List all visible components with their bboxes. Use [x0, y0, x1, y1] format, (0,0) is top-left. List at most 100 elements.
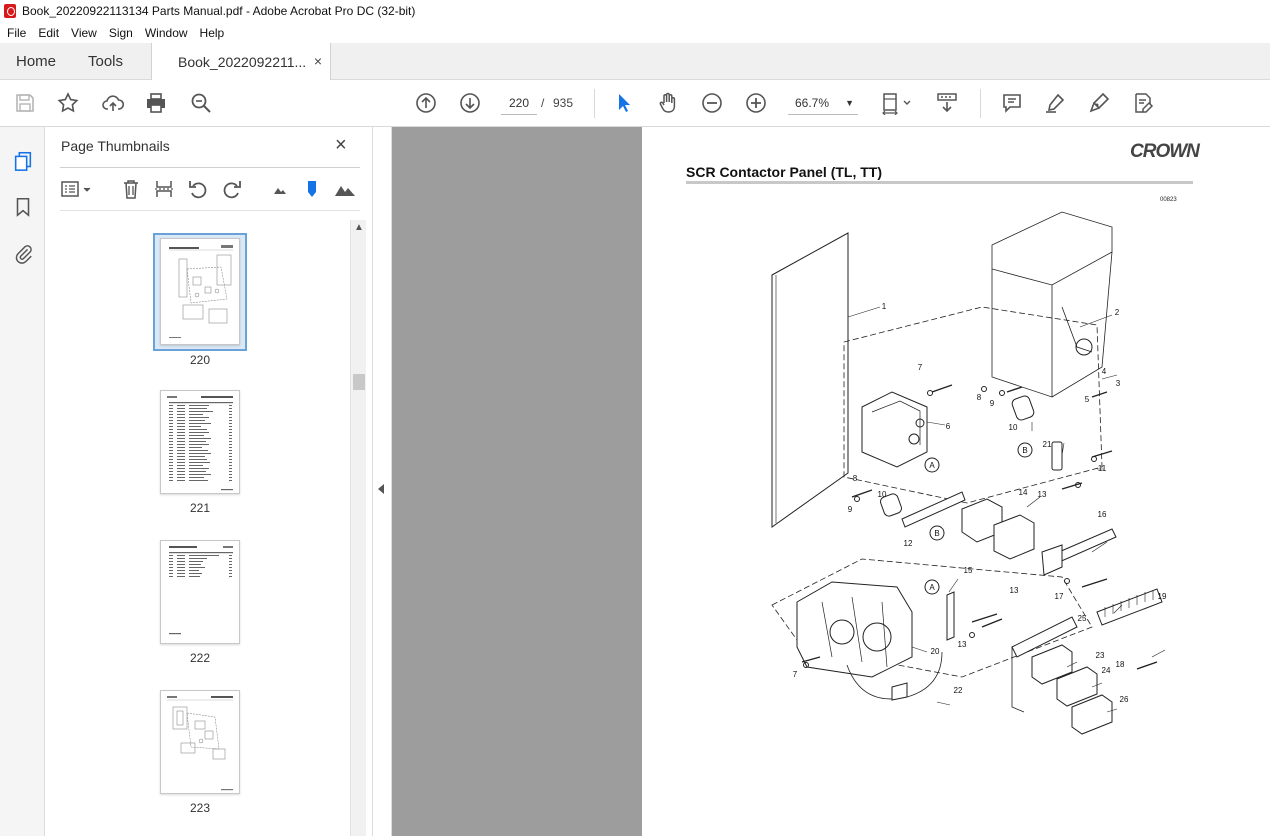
- rotate-left-icon[interactable]: [186, 177, 210, 201]
- callout-5: 5: [1085, 395, 1090, 404]
- tab-close-icon[interactable]: ×: [314, 53, 322, 69]
- next-page-icon[interactable]: [457, 90, 483, 116]
- menu-window[interactable]: Window: [139, 26, 194, 40]
- callout-9: 9: [990, 399, 995, 408]
- menu-view[interactable]: View: [65, 26, 103, 40]
- tab-document-label: Book_2022092211...: [178, 53, 307, 70]
- callout-10: 10: [878, 490, 887, 499]
- thumbnail-image: [160, 390, 240, 494]
- title-bar: Book_20220922113134 Parts Manual.pdf - A…: [0, 0, 1270, 22]
- save-icon[interactable]: [12, 90, 38, 116]
- thumbnail-options-icon[interactable]: [60, 177, 94, 201]
- acrobat-app-icon: [4, 4, 16, 18]
- panel-divider: [60, 210, 360, 211]
- toolbar-divider: [594, 89, 595, 118]
- page-thumbnails-icon[interactable]: [11, 149, 35, 173]
- callout-22: 22: [954, 686, 963, 695]
- main-toolbar: 220 / 935 66.7% ▼: [0, 80, 1270, 127]
- thumbnail-image: [160, 540, 240, 644]
- tab-document[interactable]: Book_2022092211... ×: [151, 43, 331, 80]
- fit-page-icon[interactable]: [878, 90, 914, 116]
- rotate-right-icon[interactable]: [220, 177, 244, 201]
- collapse-panel-handle[interactable]: [373, 127, 392, 836]
- zoom-level-value: 66.7%: [795, 96, 830, 110]
- callout-9: 9: [848, 505, 853, 514]
- callout-14: 14: [1019, 488, 1028, 497]
- callout-B: B: [934, 529, 939, 538]
- split-pages-icon[interactable]: [152, 177, 176, 201]
- menu-help[interactable]: Help: [194, 26, 231, 40]
- select-cursor-icon[interactable]: [611, 90, 637, 116]
- thumbnail-size-slider-icon[interactable]: [300, 177, 324, 201]
- menu-file[interactable]: File: [0, 26, 32, 40]
- menu-edit[interactable]: Edit: [32, 26, 65, 40]
- tab-home[interactable]: Home: [16, 43, 56, 80]
- page-heading: SCR Contactor Panel (TL, TT): [686, 164, 882, 180]
- attachments-icon[interactable]: [11, 241, 35, 265]
- collapse-arrow-icon[interactable]: [378, 484, 384, 494]
- callout-13: 13: [1010, 586, 1019, 595]
- brand-logo: CROWN: [1130, 141, 1200, 162]
- callout-18: 18: [1116, 660, 1125, 669]
- callout-7: 7: [793, 670, 798, 679]
- callout-13: 13: [1038, 490, 1047, 499]
- total-pages: 935: [553, 96, 574, 110]
- callout-24: 24: [1102, 666, 1111, 675]
- figure-number: 00823: [1160, 197, 1177, 203]
- zoom-in-icon[interactable]: [743, 90, 769, 116]
- hand-tool-icon[interactable]: [655, 90, 681, 116]
- document-viewer[interactable]: CROWN SCR Contactor Panel (TL, TT) 00823: [392, 127, 1270, 836]
- exploded-parts-diagram: 1 2 3 4 5 6 7 8 9 10 11 12 13 14 15 16 1…: [771, 211, 1167, 735]
- zoom-caret-icon: ▼: [845, 98, 854, 108]
- menu-bar: File Edit View Sign Window Help: [0, 22, 1270, 43]
- thumbnails-scrollbar[interactable]: ▲: [350, 220, 366, 836]
- search-zoom-icon[interactable]: [188, 90, 214, 116]
- toolbar-divider: [980, 89, 981, 118]
- highlight-pen-icon[interactable]: [1042, 90, 1068, 116]
- callout-10: 10: [1009, 423, 1018, 432]
- zoom-out-icon[interactable]: [699, 90, 725, 116]
- thumbnail-large-icon[interactable]: [333, 177, 357, 201]
- thumbnail-image: [160, 238, 240, 345]
- bookmarks-icon[interactable]: [11, 195, 35, 219]
- delete-pages-icon[interactable]: [119, 177, 143, 201]
- zoom-level-select[interactable]: 66.7% ▼: [788, 91, 858, 115]
- panel-divider: [60, 167, 360, 168]
- tab-tools[interactable]: Tools: [88, 43, 123, 80]
- callout-8: 8: [977, 393, 982, 402]
- pdf-page: CROWN SCR Contactor Panel (TL, TT) 00823: [642, 127, 1270, 836]
- scrollbar-thumb[interactable]: [353, 374, 365, 390]
- callout-A: A: [929, 461, 935, 470]
- draw-sign-icon[interactable]: [1086, 90, 1112, 116]
- upload-cloud-icon[interactable]: [100, 90, 126, 116]
- page-number-input[interactable]: 220: [501, 91, 537, 115]
- callout-B: B: [1022, 446, 1027, 455]
- panel-title: Page Thumbnails: [61, 138, 170, 154]
- panel-close-icon[interactable]: ×: [335, 134, 347, 157]
- print-icon[interactable]: [143, 90, 169, 116]
- callout-26: 26: [1120, 695, 1129, 704]
- heading-rule: [686, 181, 1193, 184]
- bookmark-star-icon[interactable]: [55, 90, 81, 116]
- thumbnail-page-number: 223: [189, 801, 211, 815]
- previous-page-icon[interactable]: [413, 90, 439, 116]
- thumbnail-image: [160, 690, 240, 794]
- scroll-mode-icon[interactable]: [934, 90, 960, 116]
- scroll-up-icon[interactable]: ▲: [354, 222, 364, 233]
- edit-pdf-icon[interactable]: [1130, 90, 1156, 116]
- callout-6: 6: [946, 422, 951, 431]
- callout-1: 1: [882, 302, 887, 311]
- thumbnail-page-number: 221: [189, 501, 211, 515]
- left-rail: [0, 127, 45, 836]
- callout-15: 15: [964, 566, 973, 575]
- thumbnail-page-number: 222: [189, 651, 211, 665]
- thumbnail-small-icon[interactable]: [268, 177, 292, 201]
- callout-7: 7: [918, 363, 923, 372]
- callout-3: 3: [1116, 379, 1121, 388]
- callout-23: 23: [1096, 651, 1105, 660]
- menu-sign[interactable]: Sign: [103, 26, 139, 40]
- callout-20: 20: [931, 647, 940, 656]
- tab-bar: Home Tools Book_2022092211... ×: [0, 43, 1270, 80]
- comment-icon[interactable]: [999, 90, 1025, 116]
- callout-2: 2: [1115, 308, 1120, 317]
